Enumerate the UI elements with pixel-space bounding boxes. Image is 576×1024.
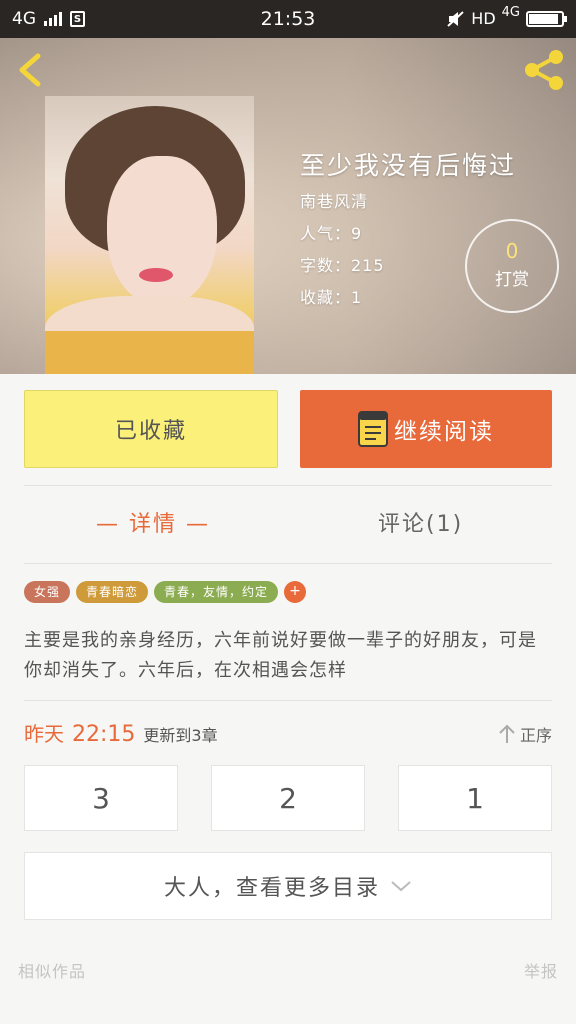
tag-item[interactable]: 女强 bbox=[24, 581, 71, 603]
update-time: 22:15 bbox=[72, 722, 136, 747]
more-catalog-button[interactable]: 大人，查看更多目录 bbox=[24, 852, 552, 920]
tag-item[interactable]: 青春，友情，约定 bbox=[154, 581, 279, 603]
update-text: 更新到3章 bbox=[143, 726, 218, 745]
report-link[interactable]: 举报 bbox=[524, 958, 558, 982]
add-tag-button[interactable]: + bbox=[284, 581, 307, 603]
favorite-button[interactable]: 已收藏 bbox=[24, 390, 278, 468]
back-icon[interactable] bbox=[12, 50, 48, 90]
book-popularity: 人气：9 bbox=[300, 224, 363, 243]
arrow-up-icon bbox=[499, 724, 515, 743]
tag-list: 女强 青春暗恋 青春，友情，约定 + bbox=[24, 581, 307, 603]
book-favorites: 收藏：1 bbox=[300, 288, 363, 307]
status-bar: 4G S 21:53 HD 4G bbox=[0, 0, 576, 38]
book-cover[interactable] bbox=[45, 96, 254, 374]
update-day: 昨天 bbox=[24, 722, 64, 746]
book-author[interactable]: 南巷风清 bbox=[300, 188, 368, 212]
tag-item[interactable]: 青春暗恋 bbox=[76, 581, 149, 603]
sort-toggle[interactable]: 正序 bbox=[498, 722, 552, 746]
continue-reading-button[interactable]: 继续阅读 bbox=[300, 390, 552, 468]
reward-label: 打赏 bbox=[495, 270, 529, 290]
tab-comments[interactable]: 评论(1) bbox=[378, 506, 463, 538]
favorite-label: 已收藏 bbox=[114, 419, 187, 444]
chapter-button[interactable]: 3 bbox=[24, 765, 178, 831]
similar-works-link[interactable]: 相似作品 bbox=[18, 958, 86, 982]
chapter-button[interactable]: 1 bbox=[398, 765, 552, 831]
network-4g-label: 4G bbox=[501, 5, 520, 20]
share-icon[interactable] bbox=[520, 46, 568, 94]
hd-label: HD bbox=[471, 9, 496, 28]
battery-icon bbox=[526, 10, 567, 27]
book-icon bbox=[358, 411, 388, 447]
status-right: HD 4G bbox=[447, 5, 567, 28]
reward-button[interactable]: 0 打赏 bbox=[465, 219, 559, 313]
chevron-down-icon bbox=[391, 881, 411, 892]
tab-details[interactable]: — 详情 — bbox=[96, 506, 210, 538]
more-catalog-label: 大人，查看更多目录 bbox=[163, 876, 380, 901]
book-header: 至少我没有后悔过 南巷风清 人气：9 字数：215 收藏：1 0 打赏 bbox=[0, 38, 576, 374]
update-info: 昨天 22:15 更新到3章 bbox=[24, 718, 218, 747]
book-word-count: 字数：215 bbox=[300, 256, 385, 275]
continue-reading-label: 继续阅读 bbox=[394, 419, 494, 445]
book-description: 主要是我的亲身经历，六年前说好要做一辈子的好朋友，可是你却消失了。六年后，在次相… bbox=[24, 630, 537, 681]
sort-label: 正序 bbox=[519, 726, 552, 745]
reward-count: 0 bbox=[505, 239, 519, 263]
book-title: 至少我没有后悔过 bbox=[300, 151, 517, 180]
divider bbox=[24, 485, 552, 486]
mute-icon bbox=[447, 10, 464, 27]
divider bbox=[24, 700, 552, 701]
divider bbox=[24, 563, 552, 564]
chapter-button[interactable]: 2 bbox=[211, 765, 365, 831]
